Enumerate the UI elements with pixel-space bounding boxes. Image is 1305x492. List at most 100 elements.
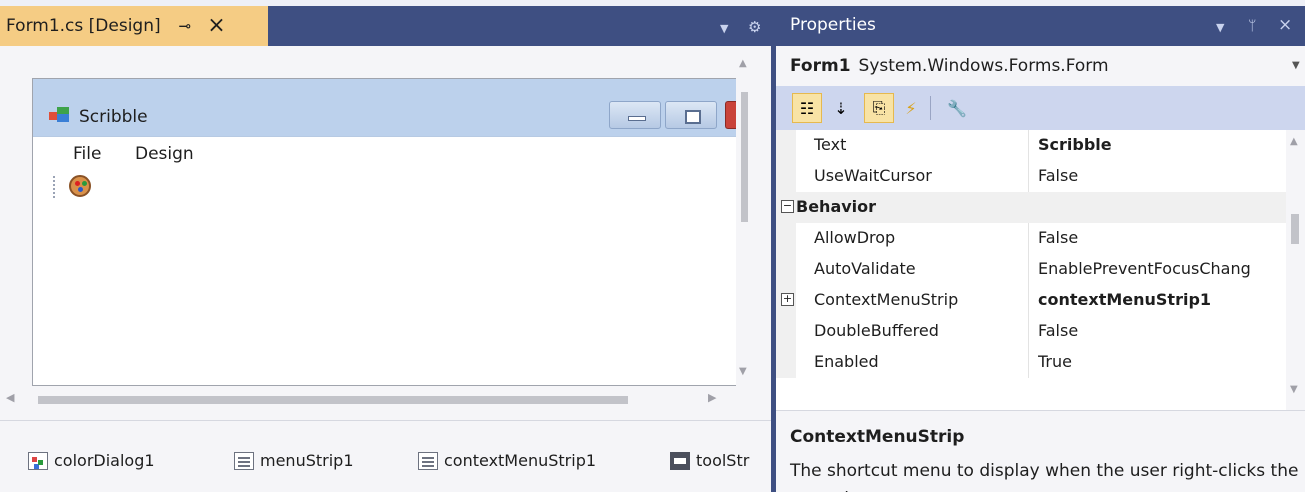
description-pane: ContextMenuStrip The shortcut menu to di…	[776, 410, 1305, 492]
events-button[interactable]: ⚡	[896, 93, 926, 123]
category-row-behavior[interactable]: − Behavior	[776, 192, 1286, 223]
description-title: ContextMenuStrip	[790, 427, 965, 447]
categorized-button[interactable]: ☷	[792, 93, 822, 123]
row-gutter	[776, 347, 796, 378]
tool-strip-icon	[670, 451, 690, 470]
tray-item-menustrip[interactable]: menuStrip1	[234, 451, 354, 470]
expand-icon[interactable]: +	[781, 293, 794, 306]
property-grid[interactable]: Text Scribble UseWaitCursor False − Beha…	[776, 130, 1286, 410]
properties-titlebar: Properties ▼ ᛘ ×	[776, 6, 1305, 46]
properties-panel: Properties ▼ ᛘ × Form1 System.Windows.Fo…	[771, 6, 1305, 492]
scroll-thumb[interactable]	[38, 396, 628, 404]
palette-icon[interactable]	[69, 175, 91, 197]
close-icon[interactable]: ×	[1278, 15, 1292, 35]
description-text: The shortcut menu to display when the us…	[790, 461, 1299, 492]
scroll-right-icon[interactable]: ▶	[708, 391, 716, 404]
property-value[interactable]: False	[1038, 166, 1286, 185]
pin-icon[interactable]: ᛘ	[1248, 18, 1256, 34]
property-name: UseWaitCursor	[814, 166, 932, 185]
tray-item-toolstrip[interactable]: toolStr	[670, 451, 749, 470]
tray-item-label: toolStr	[696, 451, 750, 470]
form-icon	[49, 107, 69, 122]
designer-horizontal-scrollbar[interactable]: ◀ ▶	[0, 390, 771, 410]
maximize-button[interactable]	[665, 101, 717, 129]
property-name: AutoValidate	[814, 259, 916, 278]
designer-surface[interactable]: Scribble File Design ▲ ▼ ◀ ▶	[0, 46, 771, 420]
column-divider	[1028, 254, 1029, 285]
column-divider	[1028, 130, 1029, 161]
categorized-icon: ☷	[799, 98, 815, 118]
properties-icon: ⎘	[872, 98, 886, 117]
tab-list-dropdown-icon[interactable]: ▼	[720, 22, 728, 35]
menu-strip[interactable]: File Design	[33, 138, 743, 170]
form-titlebar[interactable]: Scribble	[33, 79, 745, 137]
property-row-contextmenustrip[interactable]: + ContextMenuStrip contextMenuStrip1	[776, 285, 1286, 316]
property-row-enabled[interactable]: Enabled True	[776, 347, 1286, 378]
color-dialog-icon	[28, 451, 48, 470]
row-gutter	[776, 130, 796, 161]
tray-item-contextmenustrip[interactable]: contextMenuStrip1	[418, 451, 596, 470]
column-divider	[1028, 285, 1029, 316]
property-name: Text	[814, 135, 847, 154]
scroll-down-icon[interactable]: ▼	[739, 366, 747, 377]
tool-strip[interactable]	[33, 170, 743, 204]
column-divider	[1028, 161, 1029, 192]
row-gutter	[776, 254, 796, 285]
minimize-button[interactable]	[609, 101, 661, 129]
scroll-up-icon[interactable]: ▲	[739, 58, 747, 69]
properties-title: Properties	[790, 15, 876, 35]
properties-view-button[interactable]: ⎘	[864, 93, 894, 123]
scroll-left-icon[interactable]: ◀	[6, 391, 14, 404]
tray-item-label: contextMenuStrip1	[444, 451, 597, 470]
property-row-allowdrop[interactable]: AllowDrop False	[776, 223, 1286, 254]
scroll-thumb[interactable]	[741, 92, 748, 222]
form-title: Scribble	[79, 107, 148, 127]
property-value[interactable]: Scribble	[1038, 135, 1286, 154]
property-name: DoubleBuffered	[814, 321, 939, 340]
form-preview[interactable]: Scribble File Design	[32, 78, 745, 386]
wrench-icon: 🔧	[947, 98, 967, 118]
tab-form1-design[interactable]: Form1.cs [Design] ⊸ ×	[0, 6, 268, 46]
property-row-text[interactable]: Text Scribble	[776, 130, 1286, 161]
component-tray: colorDialog1 menuStrip1 contextMenuStrip…	[0, 420, 771, 492]
scroll-down-icon[interactable]: ▼	[1290, 384, 1298, 395]
category-name: Behavior	[796, 197, 877, 216]
collapse-icon[interactable]: −	[781, 200, 794, 213]
property-name: ContextMenuStrip	[814, 290, 959, 309]
designer-vertical-scrollbar[interactable]: ▲ ▼	[736, 58, 754, 392]
menu-item-file[interactable]: File	[73, 144, 101, 164]
window-position-dropdown-icon[interactable]: ▼	[1216, 21, 1224, 34]
object-selector[interactable]: Form1 System.Windows.Forms.Form ▼	[776, 46, 1305, 86]
context-menu-strip-icon	[418, 451, 438, 470]
properties-toolbar: ☷ ⇣ ⎘ ⚡ 🔧	[776, 86, 1305, 130]
column-divider	[1028, 347, 1029, 378]
property-value[interactable]: False	[1038, 228, 1286, 247]
property-pages-button[interactable]: 🔧	[942, 93, 972, 123]
property-value[interactable]: True	[1038, 352, 1286, 371]
visual-studio-window: ▼ ⚙ Form1.cs [Design] ⊸ × Scribble File …	[0, 0, 1305, 492]
object-type: System.Windows.Forms.Form	[858, 56, 1109, 76]
menu-item-design[interactable]: Design	[135, 144, 194, 164]
alphabetical-button[interactable]: ⇣	[826, 93, 856, 123]
object-name: Form1	[790, 56, 851, 76]
scroll-thumb[interactable]	[1291, 214, 1299, 244]
close-icon[interactable]: ×	[207, 15, 225, 37]
property-grid-scrollbar[interactable]: ▲ ▼	[1286, 130, 1305, 410]
scroll-up-icon[interactable]: ▲	[1290, 136, 1298, 147]
property-value[interactable]: contextMenuStrip1	[1038, 290, 1286, 309]
property-value[interactable]: EnablePreventFocusChang	[1038, 259, 1286, 278]
property-value[interactable]: False	[1038, 321, 1286, 340]
tray-item-label: menuStrip1	[260, 451, 354, 470]
sort-alphabetical-icon: ⇣	[834, 98, 848, 118]
property-row-doublebuffered[interactable]: DoubleBuffered False	[776, 316, 1286, 347]
property-row-usewaitcursor[interactable]: UseWaitCursor False	[776, 161, 1286, 192]
toolstrip-grip[interactable]	[53, 176, 55, 198]
property-row-autovalidate[interactable]: AutoValidate EnablePreventFocusChang	[776, 254, 1286, 285]
tray-item-colordialog[interactable]: colorDialog1	[28, 451, 155, 470]
lightning-icon: ⚡	[905, 98, 917, 118]
gear-icon[interactable]: ⚙	[748, 18, 761, 36]
pin-icon[interactable]: ⊸	[179, 17, 192, 35]
toolbar-separator	[930, 96, 931, 120]
row-gutter	[776, 223, 796, 254]
chevron-down-icon[interactable]: ▼	[1292, 60, 1300, 71]
